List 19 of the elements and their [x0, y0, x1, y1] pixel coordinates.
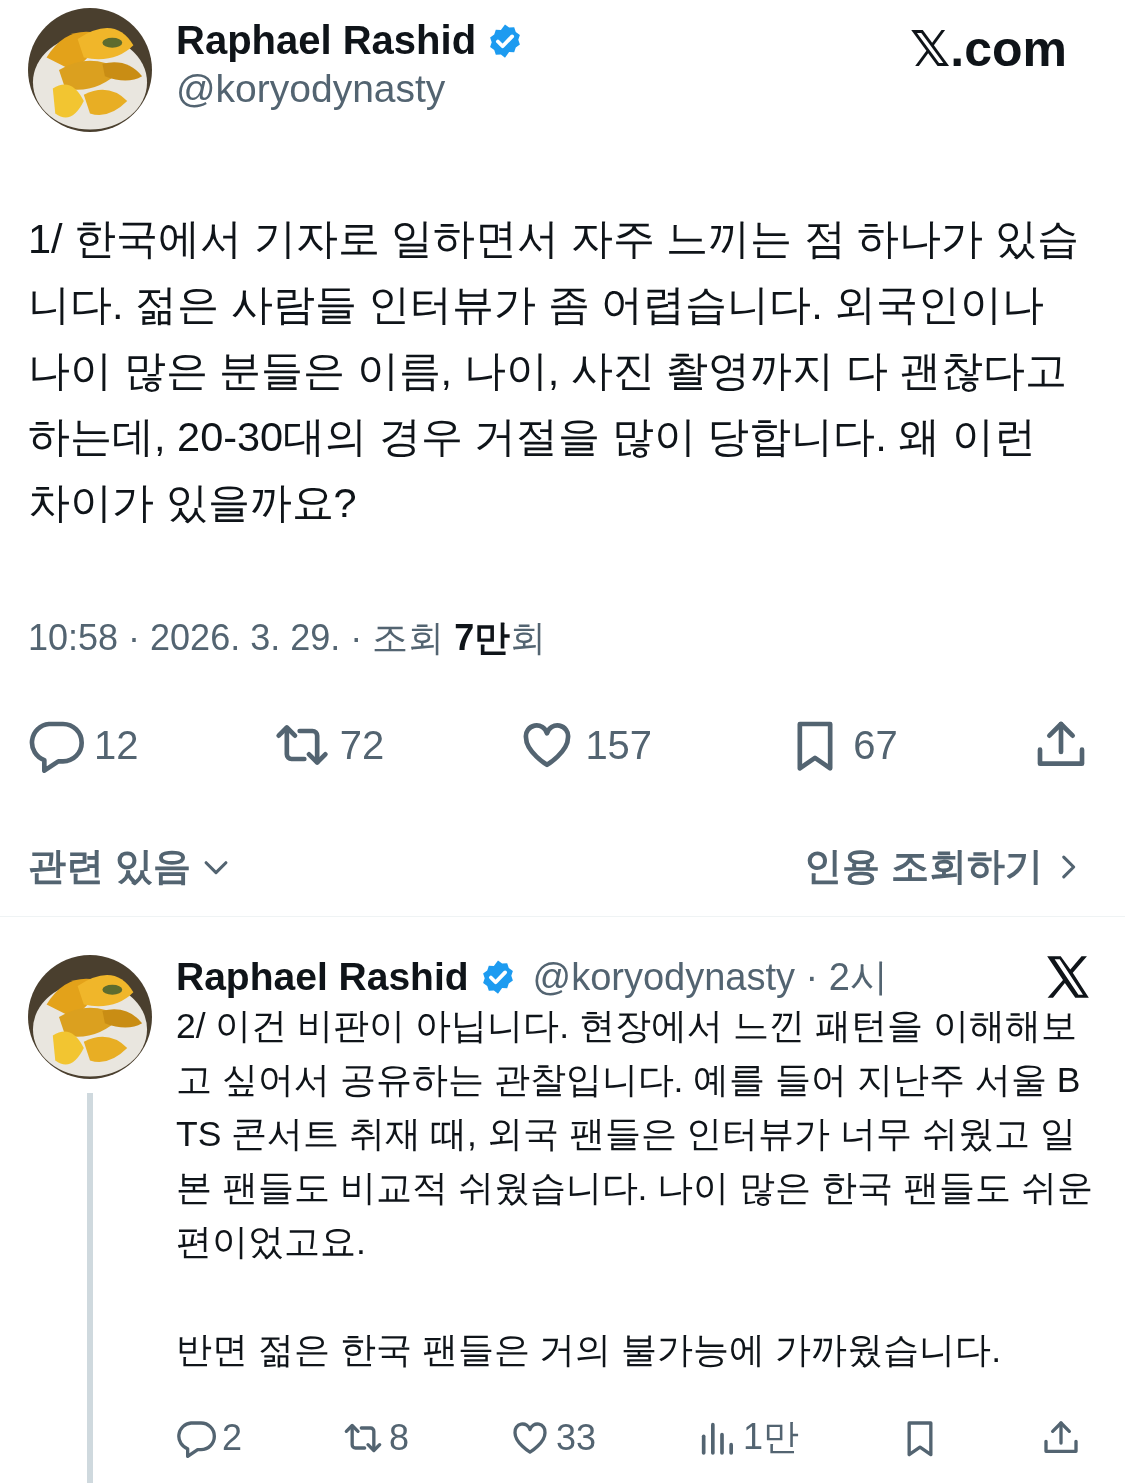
tweet-meta: 10:58 · 2026. 3. 29. · 조회 7만회 — [28, 616, 548, 660]
reply-button[interactable]: 2 — [176, 1413, 243, 1462]
tweet-text: 반면 젊은 한국 팬들은 거의 불가능에 가까웠습니다. — [176, 1329, 1003, 1372]
site-label: 𝕏.com — [910, 20, 1068, 78]
retweet-button[interactable]: 72 — [273, 717, 385, 773]
tweet-text: 2/ 이건 비판이 아닙니다. 현장에서 느낀 패턴을 이해해보고 싶어서 공유하는 관찰입니다. 예를 들어 지난주 서울 BTS 콘서트 취재 때, 외국 팬들은 인터뷰가 너무 쉬웠고 일본 팬들도 비교적 쉬웠습니다. 나이 많은 한국 팬들도 쉬운 편이었고요. — [176, 1005, 1094, 1264]
author-name[interactable]: Raphael Rashid — [176, 955, 469, 999]
author-handle[interactable]: @koryodynasty · 2시 — [532, 951, 1033, 1003]
reply-button[interactable]: 12 — [28, 717, 139, 773]
retweet-button[interactable]: 8 — [343, 1413, 410, 1462]
author-handle[interactable]: @koryodynasty — [176, 67, 886, 111]
bookmark-button[interactable]: 67 — [787, 717, 898, 773]
tweet-text: 1/ 한국에서 기자로 일하면서 자주 느끼는 점 하나가 있습니다. 젊은 사람들 인터뷰가 좀 어렵습니다. 외국인이나 나이 많은 분들은 이름, 나이, 사진 촬영까지 다 괜찮다고 하는데, 20-30대의 경우 거절을 많이 당합니다. 왜 이런 차이가 있을까요? — [28, 214, 1080, 528]
related-dropdown[interactable]: 관련 있음 — [28, 841, 233, 892]
author-name[interactable]: Raphael Rashid — [176, 18, 477, 63]
like-button[interactable]: 157 — [519, 717, 653, 773]
like-button[interactable]: 33 — [510, 1413, 597, 1462]
quotes-link[interactable]: 인용 조회하기 — [804, 841, 1085, 892]
views-button[interactable]: 1만 — [697, 1413, 800, 1462]
